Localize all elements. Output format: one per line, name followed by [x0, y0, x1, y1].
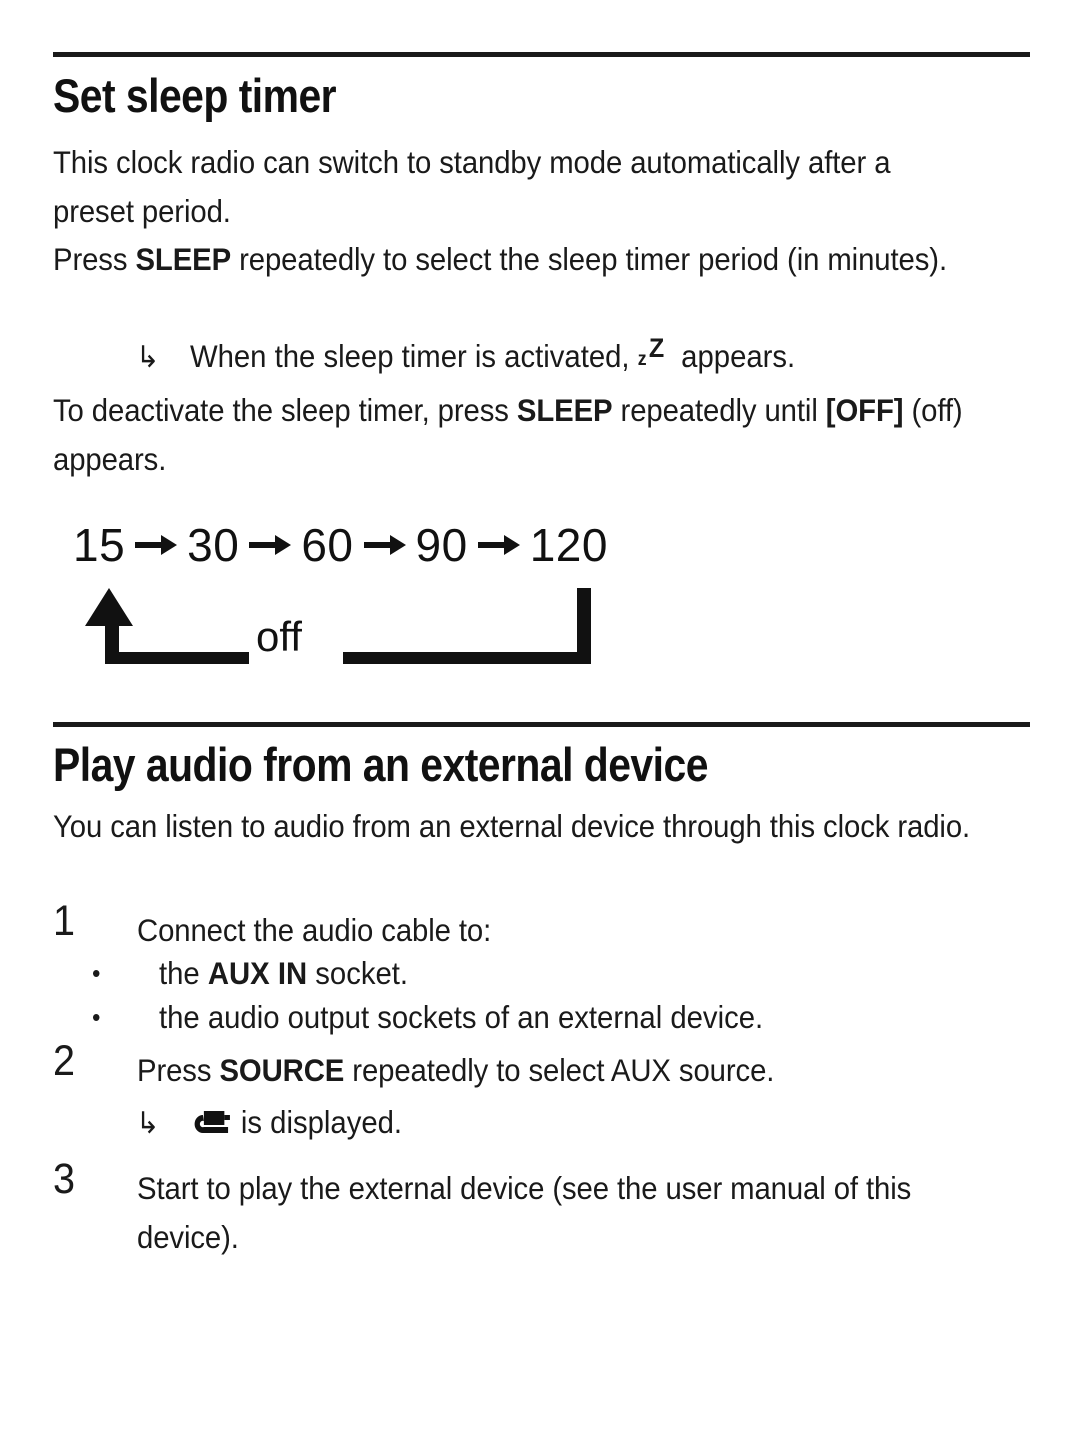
step-2-prefix: Press — [137, 1052, 220, 1088]
deactivate-mid: repeatedly until — [612, 392, 826, 428]
sleep-timer-cycle-diagram: 15 30 60 90 120 off — [53, 510, 653, 675]
paragraph-external-intro: You can listen to audio from an external… — [53, 808, 971, 844]
aux-plug-icon — [190, 1105, 231, 1135]
cycle-value-60: 60 — [301, 519, 354, 571]
bullet-1-prefix: the — [158, 955, 208, 991]
cycle-values-row: 15 30 60 90 120 — [73, 518, 608, 572]
press-prefix: Press — [53, 241, 136, 277]
press-suffix: repeatedly to select the sleep timer per… — [231, 241, 948, 277]
step-1-text: Connect the audio cable to: — [137, 912, 492, 948]
note-arrow-icon-2: ↳ — [136, 1106, 160, 1141]
sleep-z-small: z — [637, 349, 647, 370]
bullet-1-suffix: socket. — [307, 955, 409, 991]
note-sleep-timer-activated: ↳ When the sleep timer is activated, zZ a… — [136, 334, 795, 380]
note-aux-displayed: ↳ is displayed. — [136, 1100, 402, 1146]
step-2-text: Press SOURCE repeatedly to select AUX so… — [137, 1046, 980, 1095]
step-2-suffix: repeatedly to select AUX source. — [344, 1052, 775, 1088]
cycle-arrow-icon-2 — [239, 532, 301, 558]
cycle-arrow-icon-3 — [354, 532, 416, 558]
step-2-number: 2 — [53, 1037, 76, 1085]
sleep-z-big: Z — [648, 333, 665, 363]
socket-label-aux-in: AUX IN — [207, 955, 308, 991]
bullet-dot-icon-2: • — [92, 1002, 101, 1032]
section-divider-middle — [53, 722, 1030, 727]
cycle-label-off: off — [256, 613, 302, 660]
paragraph-press-sleep: Press SLEEP repeatedly to select the sle… — [53, 235, 974, 284]
note-arrow-icon: ↳ — [136, 340, 160, 375]
cycle-value-15: 15 — [73, 519, 126, 571]
cycle-value-30: 30 — [187, 519, 240, 571]
sleep-zz-icon: zZ — [637, 335, 673, 370]
key-sleep-2: SLEEP — [516, 392, 613, 428]
step-1-bullet-1: • the AUX IN socket. — [92, 951, 976, 995]
section-divider-top — [53, 52, 1030, 57]
step-1-number: 1 — [53, 897, 76, 945]
cycle-value-90: 90 — [415, 519, 468, 571]
note-text-suffix: appears. — [673, 338, 796, 374]
manual-page: Set sleep timer This clock radio can swi… — [0, 0, 1080, 1454]
step-3-text: Start to play the external device (see t… — [137, 1170, 912, 1255]
page-title-set-sleep-timer: Set sleep timer — [53, 69, 337, 122]
bullet-dot-icon-1: • — [92, 958, 101, 988]
display-value-off: [OFF] — [825, 392, 904, 428]
cycle-arrow-icon-4 — [468, 532, 530, 558]
deactivate-prefix: To deactivate the sleep timer, press — [53, 392, 517, 428]
page-title-play-audio-external-device: Play audio from an external device — [53, 738, 708, 791]
bullet-2-text: the audio output sockets of an external … — [158, 999, 764, 1035]
step-3-number: 3 — [53, 1155, 76, 1203]
cycle-value-120: 120 — [529, 519, 608, 571]
note-aux-text: is displayed. — [232, 1104, 403, 1140]
key-sleep: SLEEP — [135, 241, 232, 277]
cycle-arrow-icon-1 — [125, 532, 187, 558]
paragraph-sleep-intro: This clock radio can switch to standby m… — [53, 144, 891, 229]
key-source: SOURCE — [219, 1052, 345, 1088]
note-text-prefix: When the sleep timer is activated, — [189, 338, 638, 374]
paragraph-deactivate-sleep: To deactivate the sleep timer, press SLE… — [53, 386, 974, 484]
step-1-bullet-2: • the audio output sockets of an external… — [92, 995, 976, 1039]
cycle-loop-path — [85, 588, 591, 664]
